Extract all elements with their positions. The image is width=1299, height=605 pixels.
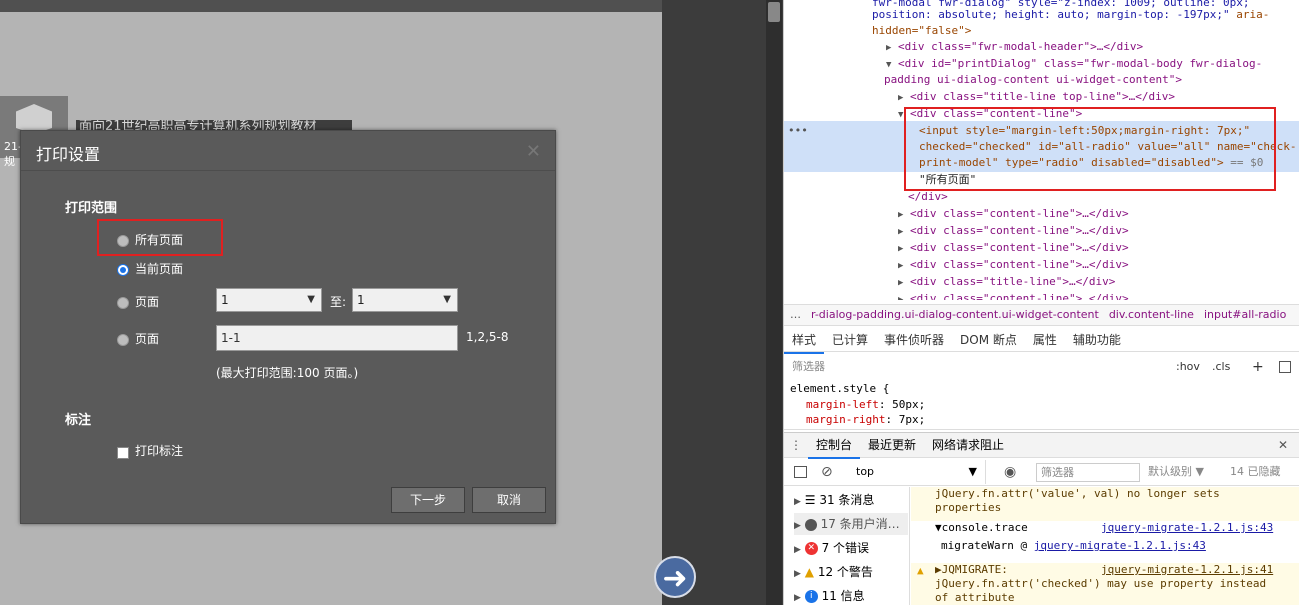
custom-pages-input[interactable]: 1-1 bbox=[216, 325, 458, 351]
hidden-count: 14 已隐藏 bbox=[1230, 465, 1281, 478]
tab-whats-new[interactable]: 最近更新 bbox=[860, 433, 924, 457]
info-icon: i bbox=[804, 590, 818, 603]
page-range-radio[interactable] bbox=[117, 297, 129, 309]
current-page-label: 当前页面 bbox=[135, 262, 184, 276]
sidebar-item-errors[interactable]: ▶ ✕ 7 个错误 bbox=[794, 537, 908, 559]
breadcrumb-item[interactable]: … bbox=[790, 308, 801, 321]
chevron-down-icon: ▼ bbox=[968, 465, 977, 478]
page-range-label: 页面 bbox=[135, 295, 160, 309]
sidebar-toggle-icon[interactable] bbox=[794, 466, 807, 478]
console-sidebar: ▶ ☰ 31 条消息 ▶ 17 条用户消… ▶ ✕ 7 个错误 ▶ ▲ 12 个… bbox=[784, 487, 910, 605]
devtools-panel: ••• fwr-modal fwr-dialog" style="z-index… bbox=[783, 0, 1299, 605]
code-line[interactable]: ▶ <div class="content-line">…</div> bbox=[898, 290, 1129, 300]
stack-frame: migrateWarn @ jquery-migrate-1.2.1.js:43 bbox=[941, 539, 1206, 552]
dialog-header: 打印设置 ✕ bbox=[21, 131, 555, 171]
error-icon: ✕ bbox=[804, 542, 818, 555]
custom-pages-label: 页面 bbox=[135, 332, 160, 346]
hov-toggle[interactable]: :hov bbox=[1176, 355, 1200, 379]
warning-icon: ▲ bbox=[804, 565, 814, 579]
sidebar-item-messages[interactable]: ▶ ☰ 31 条消息 bbox=[794, 489, 908, 511]
tab-styles[interactable]: 样式 bbox=[784, 328, 825, 354]
dialog-title: 打印设置 bbox=[36, 145, 101, 164]
sidebar-toggle-icon[interactable] bbox=[1279, 361, 1291, 373]
print-range-heading: 打印范围 bbox=[65, 201, 118, 216]
console-trace[interactable]: ▼console.trace bbox=[935, 521, 1028, 535]
document-viewer: 21- 规 面向21世纪高职高专计算机系列规划教材 ➜ 打印设置 ✕ 打印范围 所… bbox=[0, 0, 783, 605]
styles-tabs: 样式 已计算 事件侦听器 DOM 断点 属性 辅助功能 bbox=[784, 328, 1299, 354]
context-select[interactable]: top ▼ bbox=[846, 460, 986, 484]
styles-filter-row: 筛选器 :hov .cls + bbox=[784, 355, 1299, 379]
style-rule[interactable]: margin-left: 50px; bbox=[806, 398, 925, 411]
log-level-select[interactable]: 默认级别 ▼ bbox=[1148, 460, 1204, 484]
source-link[interactable]: jquery-migrate-1.2.1.js:41 bbox=[1101, 563, 1273, 577]
to-page-select[interactable]: 1 ▼ bbox=[352, 288, 458, 312]
console-messages: jQuery.fn.attr('value', val) no longer s… bbox=[911, 487, 1299, 605]
tab-accessibility[interactable]: 辅助功能 bbox=[1065, 328, 1129, 352]
annotation-heading: 标注 bbox=[65, 413, 92, 428]
more-icon[interactable]: ••• bbox=[788, 124, 808, 137]
eye-icon[interactable]: ◉ bbox=[1004, 460, 1016, 484]
warning-icon: ▲ bbox=[917, 564, 924, 577]
elements-tree: ••• fwr-modal fwr-dialog" style="z-index… bbox=[784, 0, 1299, 300]
viewer-scrollbar[interactable] bbox=[766, 0, 782, 605]
close-icon[interactable]: ✕ bbox=[1270, 433, 1296, 457]
close-icon[interactable]: ✕ bbox=[526, 141, 541, 162]
cls-toggle[interactable]: .cls bbox=[1212, 355, 1230, 379]
code-line: position: absolute; height: auto; margin… bbox=[872, 8, 1270, 21]
highlight-box bbox=[904, 107, 1276, 191]
custom-pages-radio[interactable] bbox=[117, 334, 129, 346]
breadcrumb-item[interactable]: div.content-line bbox=[1109, 308, 1194, 321]
tab-properties[interactable]: 属性 bbox=[1025, 328, 1065, 352]
source-link[interactable]: jquery-migrate-1.2.1.js:43 bbox=[1101, 521, 1273, 535]
custom-pages-example: 1,2,5-8 bbox=[466, 330, 509, 344]
console-message: ▲ ▶JQMIGRATE: jquery-migrate-1.2.1.js:41 … bbox=[911, 563, 1299, 605]
to-label: 至: bbox=[330, 295, 347, 309]
max-range-hint: (最大打印范围:100 页面。) bbox=[216, 366, 359, 380]
tab-dom-breakpoints[interactable]: DOM 断点 bbox=[952, 328, 1025, 352]
tab-computed[interactable]: 已计算 bbox=[824, 328, 876, 352]
cancel-button[interactable]: 取消 bbox=[472, 487, 546, 513]
tab-network-blocking[interactable]: 网络请求阻止 bbox=[924, 433, 1012, 457]
drawer-tabs: ⋮ 控制台 最近更新 网络请求阻止 ✕ bbox=[784, 432, 1299, 459]
tab-console[interactable]: 控制台 bbox=[808, 433, 861, 459]
chevron-down-icon: ▼ bbox=[443, 294, 451, 305]
print-annotation-label: 打印标注 bbox=[135, 444, 184, 458]
thumb-label-2: 规 bbox=[4, 155, 15, 168]
breadcrumb: … r-dialog-padding.ui-dialog-content.ui-w… bbox=[784, 304, 1299, 326]
clear-console-icon[interactable]: ⊘ bbox=[821, 460, 833, 484]
console-filter-input[interactable]: 筛选器 bbox=[1036, 463, 1140, 482]
list-icon: ☰ bbox=[804, 493, 816, 507]
code-line: padding ui-dialog-content ui-widget-cont… bbox=[884, 73, 1183, 86]
breadcrumb-item[interactable]: r-dialog-padding.ui-dialog-content.ui-wi… bbox=[811, 308, 1099, 321]
print-settings-dialog: 打印设置 ✕ 打印范围 所有页面 当前页面 页面 1 ▼ 至: 1 ▼ 页面 1-1… bbox=[20, 130, 556, 524]
breadcrumb-item[interactable]: input#all-radio bbox=[1204, 308, 1286, 321]
console-message: jQuery.fn.attr('value', val) no longer s… bbox=[911, 487, 1299, 521]
code-line: hidden="false"> bbox=[872, 24, 972, 37]
tab-event-listeners[interactable]: 事件侦听器 bbox=[876, 328, 952, 352]
style-rule[interactable]: margin-right: 7px; bbox=[806, 413, 925, 426]
highlight-box bbox=[97, 219, 223, 256]
drawer-menu-icon[interactable]: ⋮ bbox=[784, 433, 808, 457]
viewer-gutter bbox=[662, 0, 783, 605]
plus-icon[interactable]: + bbox=[1252, 355, 1264, 379]
current-page-radio[interactable] bbox=[117, 264, 129, 276]
styles-pane: element.style { margin-left: 50px; margi… bbox=[784, 382, 1299, 430]
source-link[interactable]: jquery-migrate-1.2.1.js:43 bbox=[1034, 539, 1206, 552]
sidebar-item-info[interactable]: ▶ i 11 信息 bbox=[794, 585, 908, 605]
style-selector: element.style { bbox=[790, 382, 890, 395]
next-button[interactable]: 下一步 bbox=[391, 487, 465, 513]
sidebar-item-user-messages[interactable]: ▶ 17 条用户消… bbox=[794, 513, 908, 535]
sidebar-item-warnings[interactable]: ▶ ▲ 12 个警告 bbox=[794, 561, 908, 583]
chevron-down-icon: ▼ bbox=[307, 294, 315, 305]
from-page-select[interactable]: 1 ▼ bbox=[216, 288, 322, 312]
print-annotation-checkbox[interactable] bbox=[117, 447, 129, 459]
styles-filter-input[interactable]: 筛选器 bbox=[792, 355, 825, 379]
console-toolbar: ⊘ top ▼ ◉ 筛选器 默认级别 ▼ 14 已隐藏 bbox=[784, 460, 1299, 486]
scrollbar-thumb[interactable] bbox=[768, 2, 780, 22]
user-icon bbox=[804, 518, 817, 531]
arrow-left-icon[interactable]: ➜ bbox=[654, 556, 696, 598]
code-line: </div> bbox=[908, 190, 948, 203]
